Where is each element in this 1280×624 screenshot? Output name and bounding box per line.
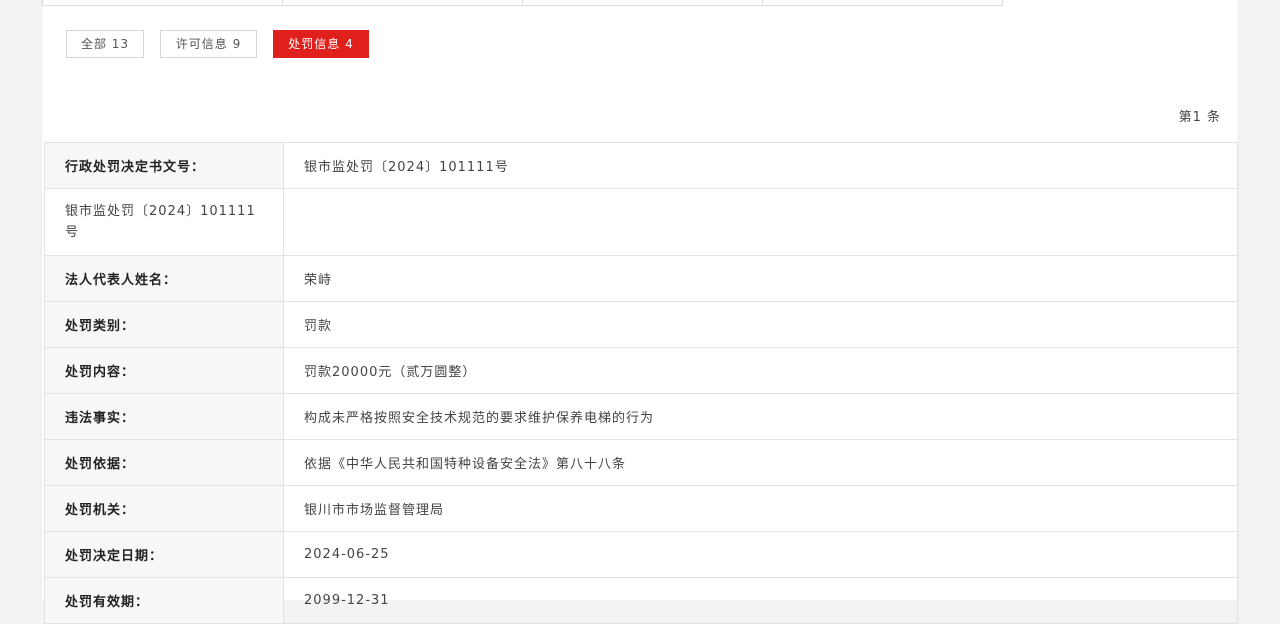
row-value-empty bbox=[283, 188, 1238, 256]
tab-penalty-info[interactable]: 处罚信息 4 bbox=[273, 30, 369, 58]
tab-all[interactable]: 全部 13 bbox=[66, 30, 144, 58]
strip-cell bbox=[42, 0, 283, 6]
row-label-decision-number: 行政处罚决定书文号： bbox=[44, 142, 284, 189]
row-value-decision-number: 银市监处罚〔2024〕101111号 bbox=[283, 142, 1238, 189]
row-value-penalty-content: 罚款20000元（贰万圆整） bbox=[283, 347, 1238, 394]
row-label-decision-date: 处罚决定日期： bbox=[44, 531, 284, 578]
table-row: 法人代表人姓名： 荣峙 bbox=[44, 255, 1238, 302]
content-panel: 全部 13 许可信息 9 处罚信息 4 第1 条 行政处罚决定书文号： 银市监处… bbox=[41, 0, 1239, 624]
record-count: 第1 条 bbox=[1178, 110, 1221, 125]
row-label-validity-period: 处罚有效期： bbox=[44, 577, 284, 624]
row-value-penalty-authority: 银川市市场监督管理局 bbox=[283, 485, 1238, 532]
row-value-validity-period: 2099-12-31 bbox=[283, 577, 1238, 624]
table-row: 处罚类别： 罚款 bbox=[44, 301, 1238, 348]
row-label-penalty-authority: 处罚机关： bbox=[44, 485, 284, 532]
table-row: 违法事实： 构成未严格按照安全技术规范的要求维护保养电梯的行为 bbox=[44, 393, 1238, 440]
row-label-violation-facts: 违法事实： bbox=[44, 393, 284, 440]
table-row: 处罚机关： 银川市市场监督管理局 bbox=[44, 485, 1238, 532]
row-value-legal-representative: 荣峙 bbox=[283, 255, 1238, 302]
row-label-penalty-content: 处罚内容： bbox=[44, 347, 284, 394]
table-row: 处罚依据： 依据《中华人民共和国特种设备安全法》第八十八条 bbox=[44, 439, 1238, 486]
strip-cell bbox=[523, 0, 763, 6]
row-value-violation-facts: 构成未严格按照安全技术规范的要求维护保养电梯的行为 bbox=[283, 393, 1238, 440]
row-label-legal-representative: 法人代表人姓名： bbox=[44, 255, 284, 302]
top-cell-strip bbox=[42, 0, 1003, 6]
strip-cell bbox=[763, 0, 1003, 6]
row-label-penalty-type: 处罚类别： bbox=[44, 301, 284, 348]
tab-permit-info[interactable]: 许可信息 9 bbox=[160, 30, 257, 58]
penalty-detail-table: 行政处罚决定书文号： 银市监处罚〔2024〕101111号 银市监处罚〔2024… bbox=[44, 142, 1238, 624]
filter-tabs: 全部 13 许可信息 9 处罚信息 4 bbox=[66, 30, 369, 58]
table-row: 处罚内容： 罚款20000元（贰万圆整） bbox=[44, 347, 1238, 394]
table-row: 银市监处罚〔2024〕101111号 bbox=[44, 188, 1238, 256]
table-row: 行政处罚决定书文号： 银市监处罚〔2024〕101111号 bbox=[44, 142, 1238, 189]
row-value-decision-date: 2024-06-25 bbox=[283, 531, 1238, 578]
row-label-penalty-basis: 处罚依据： bbox=[44, 439, 284, 486]
row-value-penalty-basis: 依据《中华人民共和国特种设备安全法》第八十八条 bbox=[283, 439, 1238, 486]
table-row: 处罚有效期： 2099-12-31 bbox=[44, 577, 1238, 624]
row-label-decision-number-repeat: 银市监处罚〔2024〕101111号 bbox=[44, 188, 284, 256]
strip-cell bbox=[283, 0, 523, 6]
row-value-penalty-type: 罚款 bbox=[283, 301, 1238, 348]
table-row: 处罚决定日期： 2024-06-25 bbox=[44, 531, 1238, 578]
